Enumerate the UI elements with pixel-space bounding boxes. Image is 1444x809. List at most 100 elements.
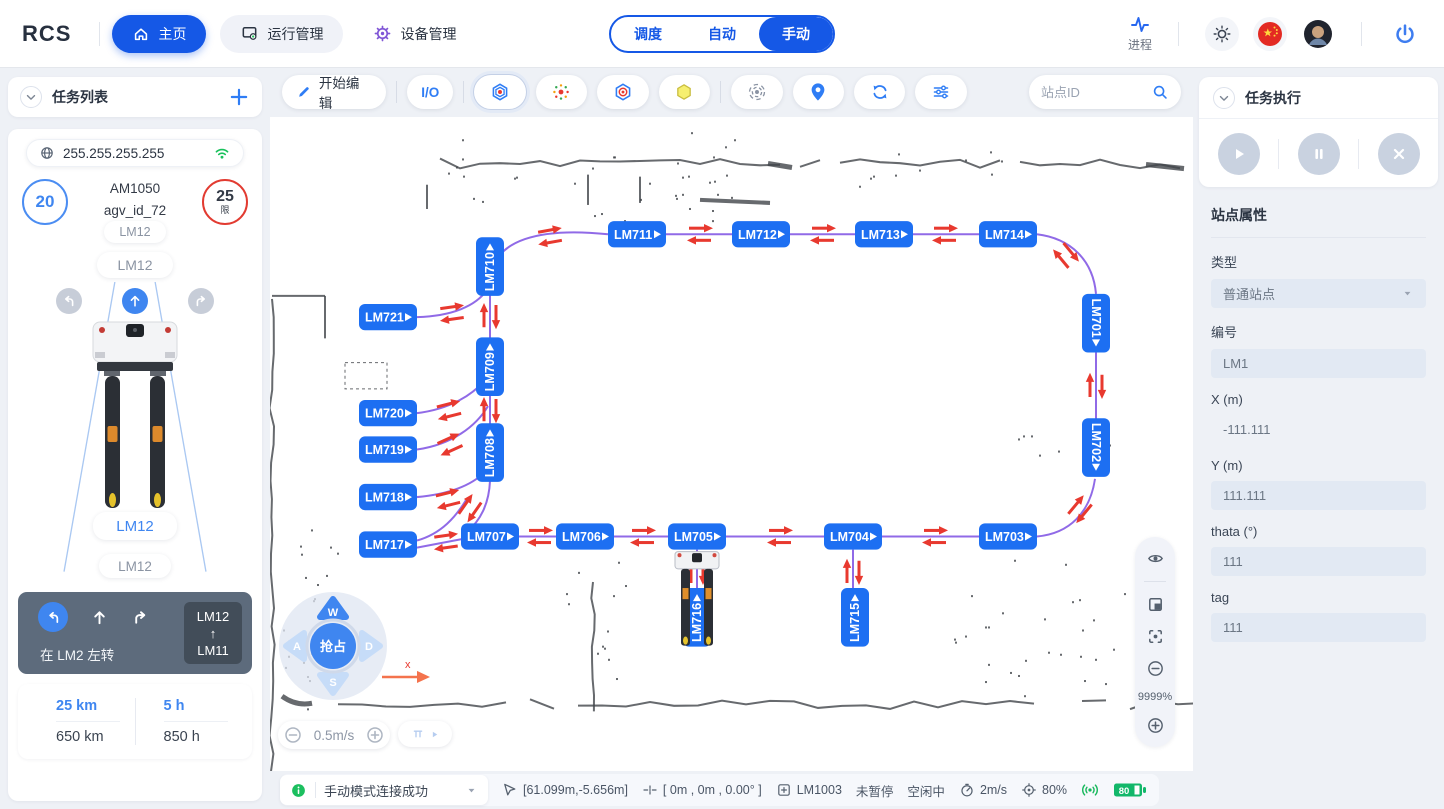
arrow-up-icon: [127, 293, 143, 309]
filter-button[interactable]: [915, 75, 966, 109]
cursor-position: [61.099m,-5.656m]: [502, 782, 628, 798]
map-station[interactable]: LM719: [359, 436, 417, 462]
refresh-button[interactable]: [854, 75, 905, 109]
nav-home[interactable]: 主页: [112, 15, 206, 53]
show-targets-button[interactable]: [597, 75, 648, 109]
station-search[interactable]: [1029, 75, 1181, 109]
map-station[interactable]: LM706: [556, 523, 614, 549]
lidar-button[interactable]: [731, 75, 782, 109]
hexagon-node-icon: [489, 81, 511, 103]
visibility-button[interactable]: [1146, 549, 1165, 568]
svg-text:LM718: LM718: [365, 491, 404, 505]
station-search-input[interactable]: [1041, 85, 1145, 100]
divider: [1178, 22, 1179, 46]
point-cloud-icon: [550, 81, 572, 103]
process-button[interactable]: 进程: [1128, 14, 1152, 53]
forward-button[interactable]: [122, 288, 148, 314]
map-station[interactable]: LM712: [732, 221, 790, 247]
china-flag-icon: [1257, 21, 1283, 47]
map-station[interactable]: LM715: [841, 588, 869, 647]
battery-indicator: 80: [1113, 781, 1147, 799]
theme-button[interactable]: [1205, 17, 1239, 51]
show-points-button[interactable]: [536, 75, 587, 109]
current-station-tag-large: LM12: [97, 252, 173, 278]
status-message-dropdown[interactable]: 手动模式连接成功: [280, 775, 488, 805]
station-number-input[interactable]: [1223, 356, 1414, 371]
agv-ip-row[interactable]: 255.255.255.255: [26, 139, 244, 167]
task-start-button[interactable]: [1218, 133, 1260, 175]
map-station[interactable]: LM702: [1082, 418, 1110, 477]
svg-text:LM709: LM709: [483, 352, 497, 391]
map-canvas[interactable]: LM711 LM712 LM713 LM714 LM721 LM720 LM719 LM718…: [270, 117, 1193, 771]
manual-joystick[interactable]: W A D S 抢占: [278, 591, 388, 701]
task-list-header: 任务列表: [8, 77, 262, 117]
map-station[interactable]: LM720: [359, 400, 417, 426]
increase-speed-button[interactable]: [365, 725, 385, 745]
mode-tab-manual[interactable]: 手动: [759, 17, 833, 51]
collapse-button[interactable]: [20, 86, 42, 108]
map-station[interactable]: LM717: [359, 531, 417, 557]
turn-right-icon: [193, 293, 209, 309]
map-station[interactable]: LM703: [979, 523, 1037, 549]
user-avatar[interactable]: [1301, 17, 1335, 51]
svg-text:LM716: LM716: [690, 603, 704, 642]
language-button[interactable]: [1253, 17, 1287, 51]
task-exec-title: 任务执行: [1245, 88, 1301, 108]
map-station[interactable]: LM707: [461, 523, 519, 549]
map-station[interactable]: LM708: [476, 423, 504, 482]
show-stations-button[interactable]: [474, 75, 525, 109]
show-areas-button[interactable]: [659, 75, 710, 109]
svg-text:W: W: [328, 607, 339, 619]
io-button[interactable]: I/O: [407, 75, 453, 109]
task-cancel-button[interactable]: [1378, 133, 1420, 175]
collapse-button[interactable]: [1213, 87, 1235, 109]
svg-text:LM702: LM702: [1089, 423, 1103, 462]
map-station[interactable]: LM704: [824, 523, 882, 549]
seize-button[interactable]: 抢占: [307, 620, 359, 672]
map-station[interactable]: LM713: [855, 221, 913, 247]
station-type-select[interactable]: 普通站点: [1211, 279, 1426, 308]
station-theta-input[interactable]: [1223, 554, 1414, 569]
mode-tab-auto[interactable]: 自动: [685, 17, 759, 51]
map-station[interactable]: LM701: [1082, 294, 1110, 353]
add-task-button[interactable]: [228, 86, 250, 108]
map-station[interactable]: LM710: [476, 237, 504, 296]
current-station: LM1003: [776, 782, 842, 798]
idle-state: 空闲中: [907, 781, 945, 800]
map-station[interactable]: LM714: [979, 221, 1037, 247]
yellow-hexagon-icon: [673, 81, 695, 103]
locate-button[interactable]: [793, 75, 844, 109]
svg-text:S: S: [329, 677, 336, 689]
task-exec-card: 任务执行: [1199, 77, 1438, 187]
turn-right-icon: [131, 608, 150, 627]
close-icon: [1389, 144, 1409, 164]
turn-right-button[interactable]: [188, 288, 214, 314]
map-station[interactable]: LM705: [668, 523, 726, 549]
chevron-down-icon: [24, 90, 38, 104]
decrease-speed-button[interactable]: [283, 725, 303, 745]
nav-operation[interactable]: 运行管理: [220, 15, 343, 53]
nav-device[interactable]: 设备管理: [353, 15, 476, 53]
map-station[interactable]: LM709: [476, 337, 504, 396]
fork-control-button[interactable]: [398, 721, 452, 747]
svg-text:抢占: 抢占: [320, 639, 346, 654]
divider: [1361, 22, 1362, 46]
map-station[interactable]: LM711: [608, 221, 666, 247]
minimap-button[interactable]: [1146, 595, 1165, 614]
turn-left-button[interactable]: [56, 288, 82, 314]
start-edit-button[interactable]: 开始编辑: [282, 75, 386, 109]
avatar-image: [1303, 19, 1333, 49]
zoom-in-button[interactable]: [1146, 716, 1165, 735]
home-icon: [132, 25, 150, 43]
station-tag-input[interactable]: [1223, 620, 1414, 635]
power-button[interactable]: [1388, 17, 1422, 51]
mode-tab-dispatch[interactable]: 调度: [611, 17, 685, 51]
station-y-input[interactable]: [1223, 488, 1414, 503]
zoom-out-button[interactable]: [1146, 659, 1165, 678]
speed-stepper: 0.5m/s: [278, 721, 390, 749]
map-station[interactable]: LM718: [359, 484, 417, 510]
map-station[interactable]: LM721: [359, 304, 417, 330]
center-focus-button[interactable]: [1146, 627, 1165, 646]
agv-card[interactable]: 255.255.255.255 20 AM1050 agv_id_72 25 限…: [8, 129, 262, 801]
task-pause-button[interactable]: [1298, 133, 1340, 175]
